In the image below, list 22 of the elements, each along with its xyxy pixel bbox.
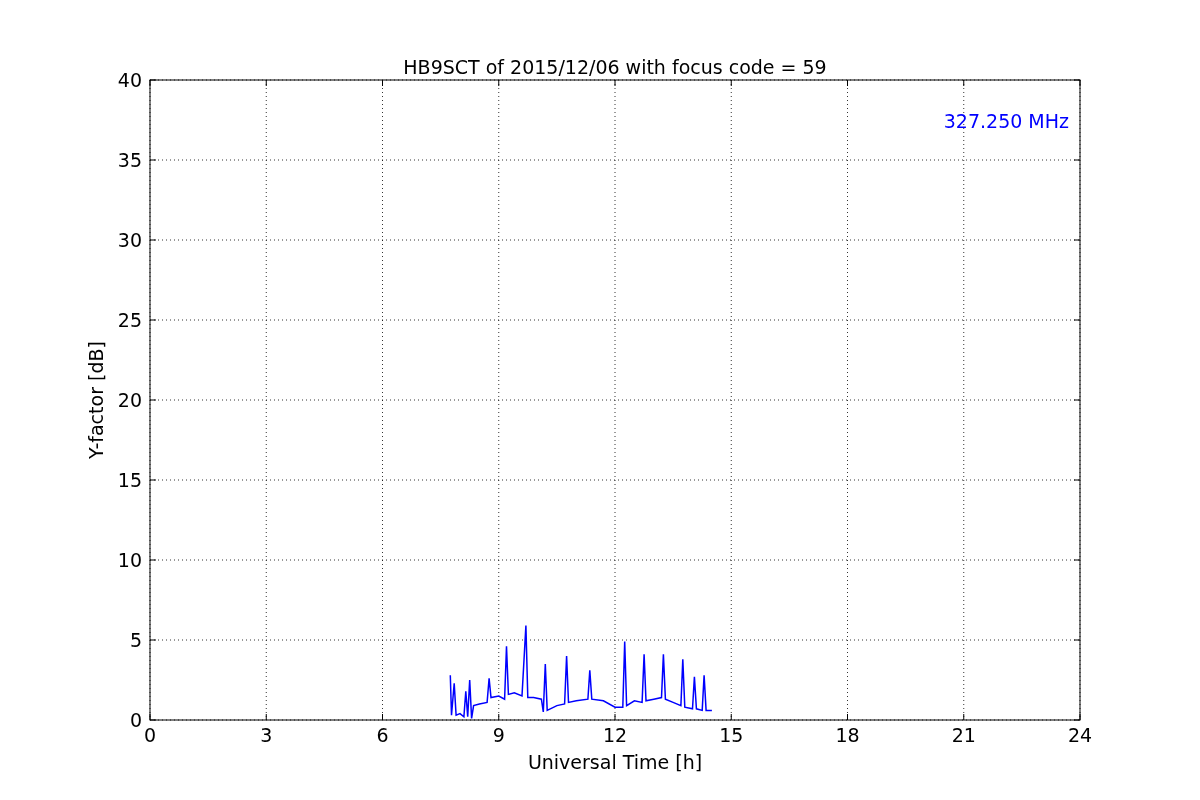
x-tick-label: 3 xyxy=(260,724,273,746)
y-axis-label: Y-factor [dB] xyxy=(85,341,107,459)
y-tick-label: 15 xyxy=(117,469,142,491)
y-tick-label: 5 xyxy=(129,629,142,651)
y-tick-label: 25 xyxy=(117,309,142,331)
x-tick-label: 18 xyxy=(835,724,860,746)
x-tick-label: 6 xyxy=(376,724,389,746)
y-tick-label: 10 xyxy=(117,549,142,571)
chart-title: HB9SCT of 2015/12/06 with focus code = 59 xyxy=(403,56,827,78)
series-label: 327.250 MHz xyxy=(943,110,1069,132)
x-tick-label: 12 xyxy=(602,724,628,746)
y-tick-label: 20 xyxy=(117,389,142,411)
x-tick-label: 9 xyxy=(492,724,505,746)
x-axis-label: Universal Time [h] xyxy=(527,751,703,773)
x-tick-label: 21 xyxy=(951,724,976,746)
x-tick-label: 15 xyxy=(719,724,744,746)
x-tick-label: 0 xyxy=(143,724,157,746)
y-tick-label: 30 xyxy=(117,229,142,251)
y-tick-label: 0 xyxy=(129,709,142,731)
x-tick-label: 24 xyxy=(1067,724,1093,746)
y-tick-label: 35 xyxy=(117,149,142,171)
y-tick-label: 40 xyxy=(117,69,142,91)
